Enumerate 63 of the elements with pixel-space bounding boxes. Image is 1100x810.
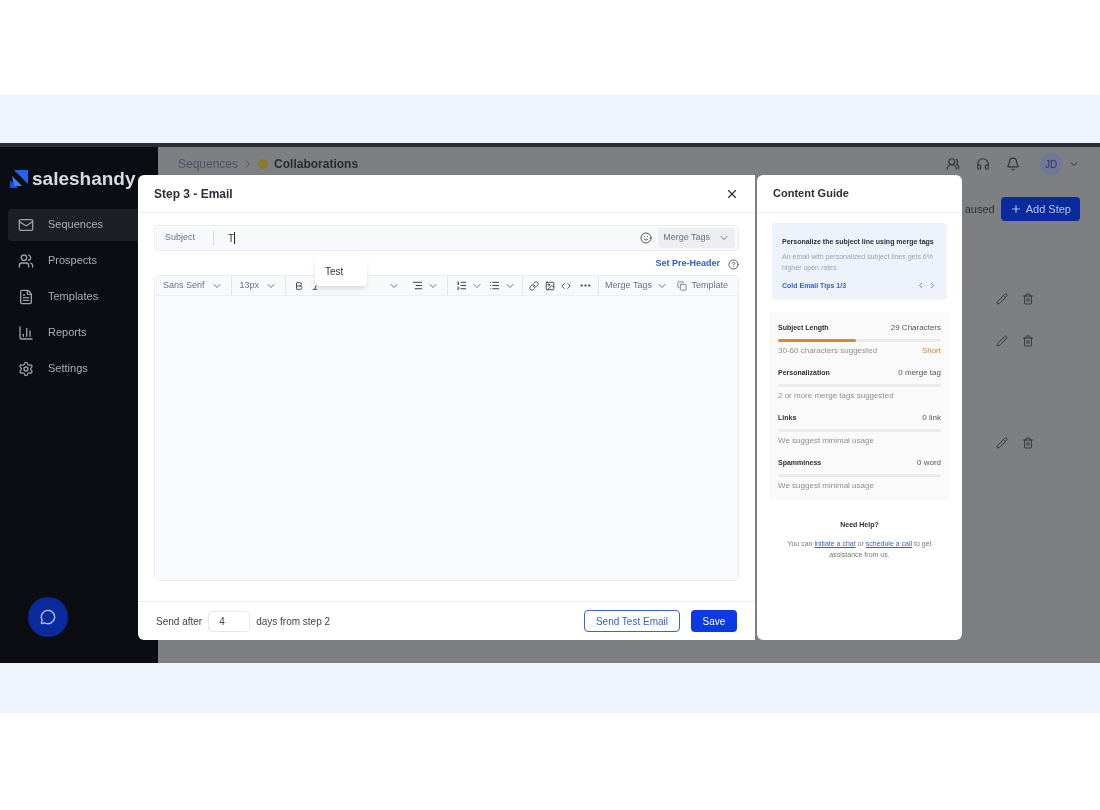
metric-hint: 2 or more merge tags suggested xyxy=(778,390,894,402)
code-icon[interactable] xyxy=(561,280,572,291)
add-step-button[interactable]: Add Step xyxy=(1000,197,1080,221)
edit-icon[interactable] xyxy=(996,335,1008,347)
chat-icon xyxy=(40,609,56,625)
suggestion-popup[interactable]: Test xyxy=(315,256,367,286)
edit-icon[interactable] xyxy=(996,437,1008,449)
trash-icon[interactable] xyxy=(1022,335,1034,347)
logo-icon xyxy=(10,170,28,189)
font-dropdown[interactable]: Sans Serif xyxy=(155,276,232,295)
subject-field[interactable]: T xyxy=(228,230,641,246)
size-dropdown[interactable]: 13px xyxy=(231,276,287,295)
metric-hint: We suggest minimal usage xyxy=(778,435,874,447)
emoji-icon[interactable] xyxy=(640,232,653,244)
dialog-title: Step 3 - Email xyxy=(154,185,233,203)
align-icon[interactable] xyxy=(412,280,424,291)
nav-item[interactable]: Templates xyxy=(8,280,150,313)
copy-icon xyxy=(677,280,688,291)
edit-icon[interactable] xyxy=(996,293,1008,305)
bell-icon[interactable] xyxy=(1006,157,1020,171)
bullet-list-icon[interactable] xyxy=(489,280,501,291)
merge-tags-dropdown[interactable]: Merge Tags xyxy=(598,276,674,295)
trash-icon[interactable] xyxy=(1022,437,1034,449)
headset-icon[interactable] xyxy=(976,157,990,171)
next-icon[interactable] xyxy=(928,281,937,291)
save-button[interactable]: Save xyxy=(691,610,737,632)
template-button[interactable]: Template xyxy=(677,278,738,293)
image-icon[interactable] xyxy=(545,280,556,291)
status-label: aused xyxy=(964,201,995,217)
previous-icon[interactable] xyxy=(916,281,925,291)
subject-label: Subject xyxy=(165,231,214,245)
metric-hint: We suggest minimal usage xyxy=(778,480,874,492)
metric-reading: 29 Characters xyxy=(890,322,941,334)
days-label: days from step 2 xyxy=(256,614,331,629)
metric-reading: 0 merge tag xyxy=(898,367,941,379)
brand-name: saleshandy xyxy=(32,167,136,191)
mail-icon xyxy=(18,216,34,233)
breadcrumb-title: Collaborations xyxy=(274,156,359,173)
metric-reading: 0 word xyxy=(917,457,941,469)
numbered-list-icon[interactable] xyxy=(456,280,468,291)
nav-item[interactable]: Reports xyxy=(8,316,150,349)
metric-reading: 0 link xyxy=(922,412,941,424)
bar-chart-icon xyxy=(18,324,34,341)
chat-button[interactable] xyxy=(28,597,68,637)
nav-item[interactable]: Settings xyxy=(8,352,150,385)
settings-icon xyxy=(18,360,34,377)
people-icon xyxy=(18,252,34,269)
metric-hint: 30-60 characters suggested xyxy=(778,345,878,357)
send-after-label: Send after xyxy=(156,614,203,629)
document-icon xyxy=(18,288,34,305)
bold-icon[interactable] xyxy=(294,280,305,291)
metric-status: Short xyxy=(921,345,941,357)
link-icon[interactable] xyxy=(529,280,540,291)
help-icon[interactable] xyxy=(728,258,739,270)
nav-item[interactable]: Prospects xyxy=(8,244,150,277)
pre-header-link[interactable]: Set Pre-Header xyxy=(655,257,720,271)
panel-title: Content Guide xyxy=(773,186,849,202)
trash-icon[interactable] xyxy=(1022,293,1034,305)
plus-icon xyxy=(1009,203,1022,215)
send-test-email-button[interactable]: Send Test Email xyxy=(583,610,680,632)
days-field[interactable]: 4 xyxy=(208,610,251,632)
people-icon[interactable] xyxy=(946,157,960,171)
merge-tags-dropdown[interactable]: Merge Tags xyxy=(658,228,735,248)
